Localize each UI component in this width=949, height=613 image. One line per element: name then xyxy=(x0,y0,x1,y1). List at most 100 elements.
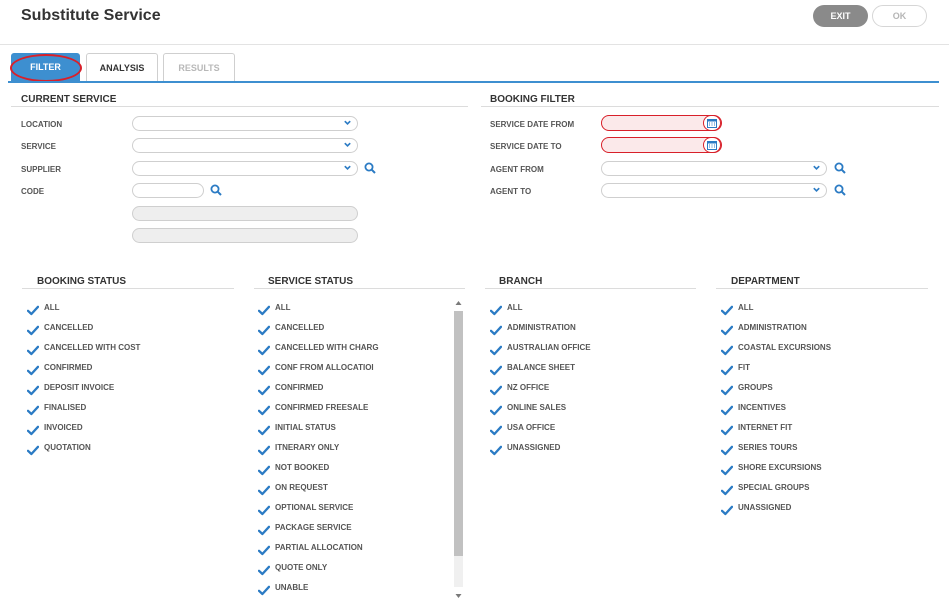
checkmark-icon[interactable] xyxy=(489,343,503,356)
agent-to-select[interactable] xyxy=(601,183,827,198)
checkmark-icon[interactable] xyxy=(720,343,734,356)
checkmark-icon[interactable] xyxy=(720,503,734,516)
checkmark-icon[interactable] xyxy=(720,363,734,376)
booking-status-checkbox-item[interactable]: INVOICED xyxy=(26,422,217,436)
checkmark-icon[interactable] xyxy=(26,383,40,396)
checkmark-icon[interactable] xyxy=(258,303,271,316)
service-status-checkbox-item[interactable]: QUOTE ONLY xyxy=(258,562,448,576)
checkmark-icon[interactable] xyxy=(720,463,734,476)
service-select[interactable] xyxy=(132,138,358,153)
department-checkbox-item[interactable]: ALL xyxy=(720,302,911,316)
checkmark-icon[interactable] xyxy=(258,583,271,596)
checkmark-icon[interactable] xyxy=(489,323,503,336)
department-checkbox-item[interactable]: GROUPS xyxy=(720,382,911,396)
branch-checkbox-item[interactable]: USA OFFICE xyxy=(489,422,680,436)
department-checkbox-item[interactable]: FIT xyxy=(720,362,911,376)
service-date-from-field[interactable] xyxy=(601,115,722,131)
service-status-checkbox-item[interactable]: INITIAL STATUS xyxy=(258,422,448,436)
department-checkbox-item[interactable]: SHORE EXCURSIONS xyxy=(720,462,911,476)
booking-status-checkbox-item[interactable]: CANCELLED xyxy=(26,322,217,336)
checkmark-icon[interactable] xyxy=(258,463,271,476)
department-checkbox-item[interactable]: INCENTIVES xyxy=(720,402,911,416)
checkmark-icon[interactable] xyxy=(489,383,503,396)
checkmark-icon[interactable] xyxy=(489,363,503,376)
branch-checkbox-item[interactable]: NZ OFFICE xyxy=(489,382,680,396)
scrollbar-thumb[interactable] xyxy=(454,311,463,556)
department-checkbox-item[interactable]: SPECIAL GROUPS xyxy=(720,482,911,496)
branch-checkbox-item[interactable]: AUSTRALIAN OFFICE xyxy=(489,342,680,356)
checkmark-icon[interactable] xyxy=(258,363,271,376)
search-icon[interactable] xyxy=(364,162,376,174)
checkmark-icon[interactable] xyxy=(26,423,40,436)
service-status-checkbox-item[interactable]: CONF FROM ALLOCATIOI xyxy=(258,362,448,376)
scroll-down-arrow-icon[interactable] xyxy=(455,593,462,599)
calendar-button[interactable] xyxy=(703,115,721,131)
checkmark-icon[interactable] xyxy=(258,483,271,496)
checkmark-icon[interactable] xyxy=(489,423,503,436)
service-status-checkbox-item[interactable]: ON REQUEST xyxy=(258,482,448,496)
checkmark-icon[interactable] xyxy=(489,303,503,316)
checkmark-icon[interactable] xyxy=(258,503,271,516)
checkmark-icon[interactable] xyxy=(720,303,734,316)
search-icon[interactable] xyxy=(210,184,222,196)
service-date-to-field[interactable] xyxy=(601,137,722,153)
checkmark-icon[interactable] xyxy=(26,343,40,356)
service-status-checkbox-item[interactable]: OPTIONAL SERVICE xyxy=(258,502,448,516)
checkmark-icon[interactable] xyxy=(258,443,271,456)
checkmark-icon[interactable] xyxy=(258,343,271,356)
checkmark-icon[interactable] xyxy=(720,323,734,336)
calendar-button[interactable] xyxy=(703,137,721,153)
department-checkbox-item[interactable]: UNASSIGNED xyxy=(720,502,911,516)
booking-status-checkbox-item[interactable]: QUOTATION xyxy=(26,442,217,456)
checkmark-icon[interactable] xyxy=(258,543,271,556)
department-checkbox-item[interactable]: SERIES TOURS xyxy=(720,442,911,456)
supplier-select[interactable] xyxy=(132,161,358,176)
service-status-scrollbar[interactable] xyxy=(453,297,464,603)
branch-checkbox-item[interactable]: BALANCE SHEET xyxy=(489,362,680,376)
search-icon[interactable] xyxy=(834,162,846,174)
service-status-checkbox-item[interactable]: CANCELLED WITH CHARG xyxy=(258,342,448,356)
department-checkbox-item[interactable]: ADMINISTRATION xyxy=(720,322,911,336)
checkmark-icon[interactable] xyxy=(258,383,271,396)
search-icon[interactable] xyxy=(834,184,846,196)
booking-status-checkbox-item[interactable]: ALL xyxy=(26,302,217,316)
department-checkbox-item[interactable]: COASTAL EXCURSIONS xyxy=(720,342,911,356)
checkmark-icon[interactable] xyxy=(720,423,734,436)
branch-checkbox-item[interactable]: UNASSIGNED xyxy=(489,442,680,456)
scroll-up-arrow-icon[interactable] xyxy=(455,300,462,306)
checkmark-icon[interactable] xyxy=(258,323,271,336)
service-status-checkbox-item[interactable]: CONFIRMED FREESALE xyxy=(258,402,448,416)
service-status-checkbox-item[interactable]: CANCELLED xyxy=(258,322,448,336)
service-status-checkbox-item[interactable]: ITNERARY ONLY xyxy=(258,442,448,456)
agent-from-select[interactable] xyxy=(601,161,827,176)
checkmark-icon[interactable] xyxy=(26,323,40,336)
department-checkbox-item[interactable]: INTERNET FIT xyxy=(720,422,911,436)
checkmark-icon[interactable] xyxy=(26,443,40,456)
checkmark-icon[interactable] xyxy=(258,523,271,536)
service-status-checkbox-item[interactable]: PACKAGE SERVICE xyxy=(258,522,448,536)
service-status-checkbox-item[interactable]: PARTIAL ALLOCATION xyxy=(258,542,448,556)
location-select[interactable] xyxy=(132,116,358,131)
booking-status-checkbox-item[interactable]: CANCELLED WITH COST xyxy=(26,342,217,356)
checkmark-icon[interactable] xyxy=(26,303,40,316)
ok-button[interactable]: OK xyxy=(872,5,927,27)
checkmark-icon[interactable] xyxy=(489,443,503,456)
service-status-checkbox-item[interactable]: CONFIRMED xyxy=(258,382,448,396)
checkmark-icon[interactable] xyxy=(258,403,271,416)
checkmark-icon[interactable] xyxy=(26,363,40,376)
tab-analysis[interactable]: ANALYSIS xyxy=(86,53,158,82)
checkmark-icon[interactable] xyxy=(720,443,734,456)
code-input[interactable] xyxy=(132,183,204,198)
service-status-checkbox-item[interactable]: NOT BOOKED xyxy=(258,462,448,476)
service-status-checkbox-item[interactable]: ALL xyxy=(258,302,448,316)
checkmark-icon[interactable] xyxy=(720,403,734,416)
branch-checkbox-item[interactable]: ONLINE SALES xyxy=(489,402,680,416)
checkmark-icon[interactable] xyxy=(489,403,503,416)
booking-status-checkbox-item[interactable]: DEPOSIT INVOICE xyxy=(26,382,217,396)
exit-button[interactable]: EXIT xyxy=(813,5,868,27)
branch-checkbox-item[interactable]: ALL xyxy=(489,302,680,316)
checkmark-icon[interactable] xyxy=(258,423,271,436)
checkmark-icon[interactable] xyxy=(720,483,734,496)
checkmark-icon[interactable] xyxy=(26,403,40,416)
checkmark-icon[interactable] xyxy=(258,563,271,576)
